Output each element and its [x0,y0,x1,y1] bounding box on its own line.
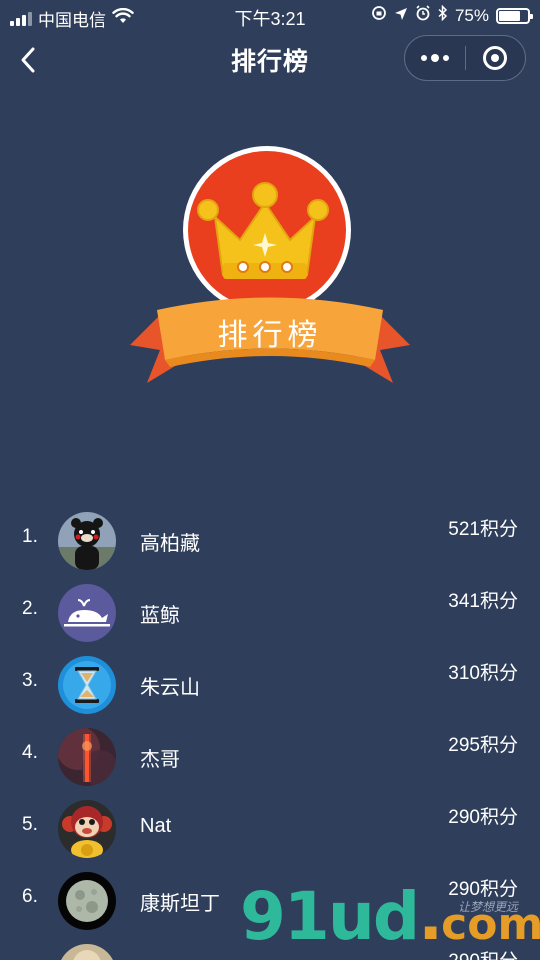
player-name: 高柏藏 [140,533,200,555]
avatar [58,512,116,570]
player-name: 康斯坦丁 [140,893,220,915]
rank-number: 6. [22,886,38,907]
whale-avatar-icon [58,584,116,642]
watermark-logo: 91ud.com [240,878,540,955]
avatar [58,656,116,714]
player-score: 341积分 [448,591,518,612]
target-icon [483,46,508,70]
list-item[interactable]: 4. 杰哥 295积分 [0,716,540,788]
nav-bar: 排行榜 [0,32,540,88]
player-score: 521积分 [448,519,518,540]
player-name: 杰哥 [140,749,180,771]
more-options-button[interactable] [405,36,465,80]
watermark-dot: . [418,878,443,955]
rank-number: 5. [22,814,38,835]
avatar [58,728,116,786]
rank-number: 3. [22,670,38,691]
moon-avatar-icon [58,872,116,930]
battery-icon [496,7,533,24]
list-item[interactable]: 5. Nat 290积分 [0,788,540,860]
emblem-label: 排行榜 [217,318,323,353]
avatar [58,944,116,960]
player-name: 蓝鲸 [140,605,180,627]
list-item[interactable]: 1. 高柏藏 521积分 [0,500,540,572]
more-dots-icon [431,54,439,62]
location-icon [394,6,408,26]
avatar [58,800,116,858]
rank-number: 2. [22,598,38,619]
list-item[interactable]: 3. 朱云山 310积分 [0,644,540,716]
hourglass-avatar-icon [58,656,116,714]
rank-number: 4. [22,742,38,763]
battery-percent: 75% [454,5,489,25]
player-name: 朱云山 [140,677,200,699]
watermark-brand: 91ud [240,878,420,955]
watermark-slogan: 让梦想更远 [457,900,518,914]
player-score: 310积分 [448,663,518,684]
list-item[interactable]: 2. 蓝鲸 341积分 [0,572,540,644]
bluetooth-icon [438,4,448,26]
avatar [58,872,116,930]
player-name: Nat [140,815,172,837]
red-light-avatar-icon [58,728,116,786]
status-bar: 中国电信 下午3:21 75% [0,0,540,32]
partial-avatar-icon [58,944,116,960]
avatar [58,584,116,642]
leaderboard-emblem: 排行榜 [125,145,415,390]
bear-avatar-icon [58,512,116,570]
close-mini-program-button[interactable] [466,36,525,80]
mini-program-capsule [404,35,526,81]
player-score: 295积分 [448,735,518,756]
alarm-icon [415,5,431,26]
player-score: 290积分 [448,807,518,828]
rank-number: 1. [22,526,38,547]
monkey-avatar-icon [58,800,116,858]
rotation-lock-icon [371,5,387,26]
